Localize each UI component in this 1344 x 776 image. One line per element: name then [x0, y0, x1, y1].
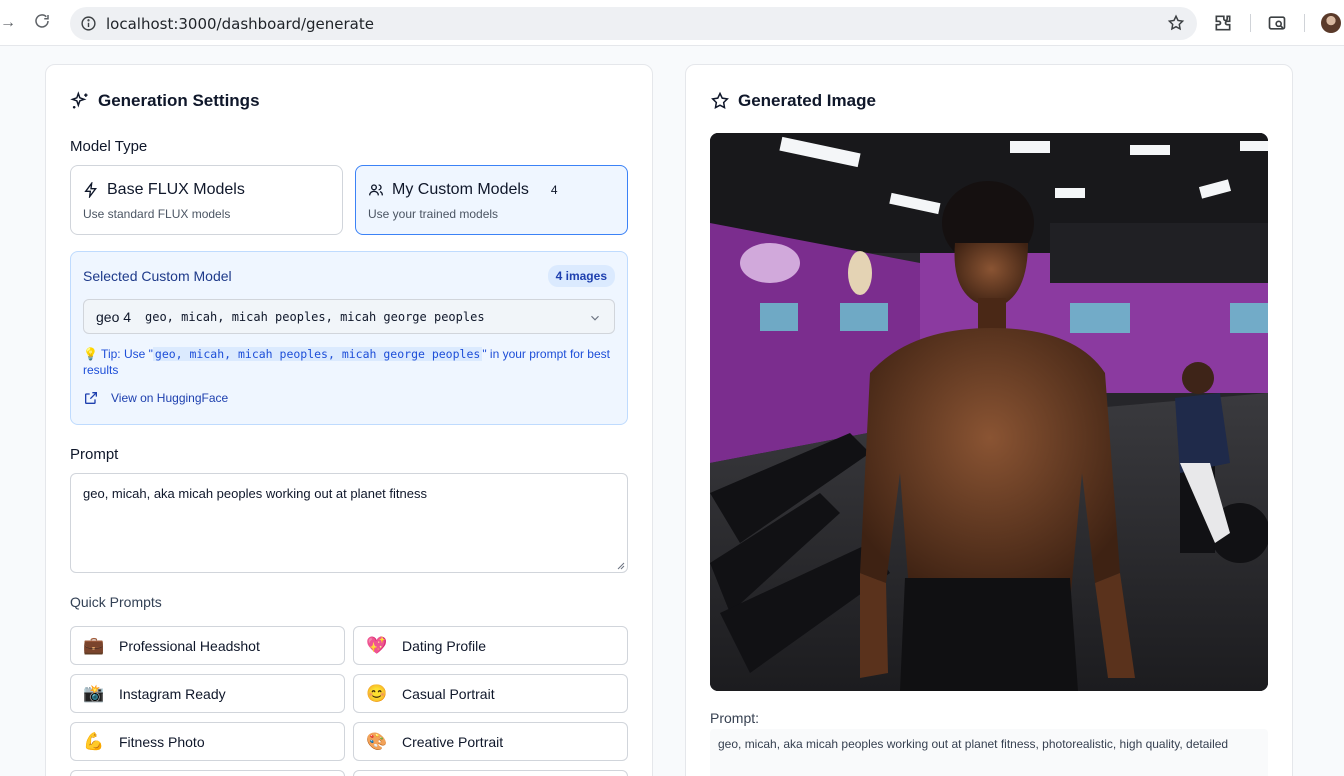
quick-prompt-dating-profile[interactable]: 💖 Dating Profile — [353, 626, 628, 665]
forward-icon[interactable]: → — [0, 12, 16, 34]
quick-prompt-casual-portrait[interactable]: 😊 Casual Portrait — [353, 674, 628, 713]
smile-icon: 😊 — [366, 683, 388, 703]
chevron-down-icon — [591, 315, 599, 321]
quick-prompt-instagram-ready[interactable]: 📸 Instagram Ready — [70, 674, 345, 713]
model-count-badge: 4 — [546, 182, 562, 198]
option-title: My Custom Models — [392, 181, 529, 198]
images-count-badge: 4 images — [547, 265, 615, 287]
prompt-value: geo, micah, aka micah peoples working ou… — [83, 486, 427, 501]
resize-handle-icon[interactable] — [617, 562, 625, 570]
card-title: Generated Image — [710, 91, 876, 111]
bookmark-star-icon[interactable] — [1167, 14, 1185, 32]
view-on-huggingface-link[interactable]: View on HuggingFace — [83, 390, 228, 406]
quick-prompt-partial[interactable] — [353, 770, 628, 776]
model-type-label: Model Type — [70, 138, 148, 155]
profile-avatar[interactable] — [1321, 13, 1341, 33]
external-link-icon — [85, 392, 97, 404]
base-flux-models-option[interactable]: Base FLUX Models Use standard FLUX model… — [70, 165, 343, 235]
custom-model-select[interactable]: geo 4 geo, micah, micah peoples, micah g… — [83, 299, 615, 334]
card-title: Generation Settings — [70, 91, 260, 111]
output-prompt-text: geo, micah, aka micah peoples working ou… — [710, 729, 1268, 776]
url-text[interactable]: localhost:3000/dashboard/generate — [106, 15, 374, 33]
address-bar[interactable]: localhost:3000/dashboard/generate — [70, 7, 1197, 40]
toolbar-divider — [1250, 14, 1251, 32]
quick-prompt-label: Instagram Ready — [119, 685, 226, 702]
quick-prompt-label: Casual Portrait — [402, 685, 495, 702]
camera-icon: 📸 — [83, 683, 105, 703]
quick-prompt-professional-headshot[interactable]: 💼 Professional Headshot — [70, 626, 345, 665]
toolbar-divider — [1304, 14, 1305, 32]
reload-icon[interactable] — [33, 12, 55, 34]
generated-image[interactable] — [710, 133, 1268, 691]
quick-prompt-fitness-photo[interactable]: 💪 Fitness Photo — [70, 722, 345, 761]
tip-prefix: 💡 Tip: Use " — [83, 347, 153, 361]
trigger-tip: 💡 Tip: Use " geo, micah, micah peoples, m… — [83, 346, 613, 378]
browser-toolbar: → localhost:3000/dashboard/generate — [0, 0, 1344, 46]
selected-model-title: Selected Custom Model — [83, 268, 232, 284]
model-trigger-words: geo, micah, micah peoples, micah george … — [145, 310, 485, 324]
quick-prompts-label: Quick Prompts — [70, 594, 162, 610]
option-subtitle: Use your trained models — [368, 207, 499, 221]
quick-prompt-creative-portrait[interactable]: 🎨 Creative Portrait — [353, 722, 628, 761]
star-icon — [711, 91, 729, 109]
card-title-text: Generation Settings — [98, 91, 260, 110]
option-subtitle: Use standard FLUX models — [83, 207, 231, 221]
flexed-bicep-icon: 💪 — [83, 731, 105, 751]
palette-icon: 🎨 — [366, 731, 388, 751]
card-title-text: Generated Image — [738, 91, 876, 110]
link-label: View on HuggingFace — [111, 391, 229, 405]
output-prompt-label: Prompt: — [710, 710, 760, 726]
selected-custom-model-panel: Selected Custom Model 4 images geo 4 geo… — [70, 251, 628, 425]
lightning-icon — [84, 182, 97, 198]
quick-prompt-label: Professional Headshot — [119, 637, 260, 654]
briefcase-icon: 💼 — [83, 635, 105, 655]
users-icon — [369, 184, 383, 196]
sparkles-icon — [70, 91, 88, 109]
generation-settings-card: Generation Settings Model Type Base FLUX… — [45, 64, 653, 776]
heart-icon: 💖 — [366, 635, 388, 655]
prompt-textarea[interactable]: geo, micah, aka micah peoples working ou… — [70, 473, 628, 573]
extensions-icon[interactable] — [1213, 13, 1233, 33]
quick-prompt-label: Dating Profile — [402, 637, 487, 654]
my-custom-models-option[interactable]: My Custom Models 4 Use your trained mode… — [355, 165, 628, 235]
model-name: geo 4 — [96, 309, 132, 325]
generated-image-card: Generated Image Prompt: geo, micah, aka … — [685, 64, 1293, 776]
site-info-icon[interactable] — [80, 15, 97, 32]
quick-prompt-label: Creative Portrait — [402, 733, 504, 750]
quick-prompt-partial[interactable] — [70, 770, 345, 776]
generated-photo-illustration — [710, 133, 1268, 691]
tip-trigger-code: geo, micah, micah peoples, micah george … — [152, 347, 483, 361]
quick-prompt-label: Fitness Photo — [119, 733, 205, 750]
prompt-label: Prompt — [70, 446, 119, 463]
tab-search-icon[interactable] — [1267, 13, 1287, 33]
option-title: Base FLUX Models — [107, 181, 245, 198]
